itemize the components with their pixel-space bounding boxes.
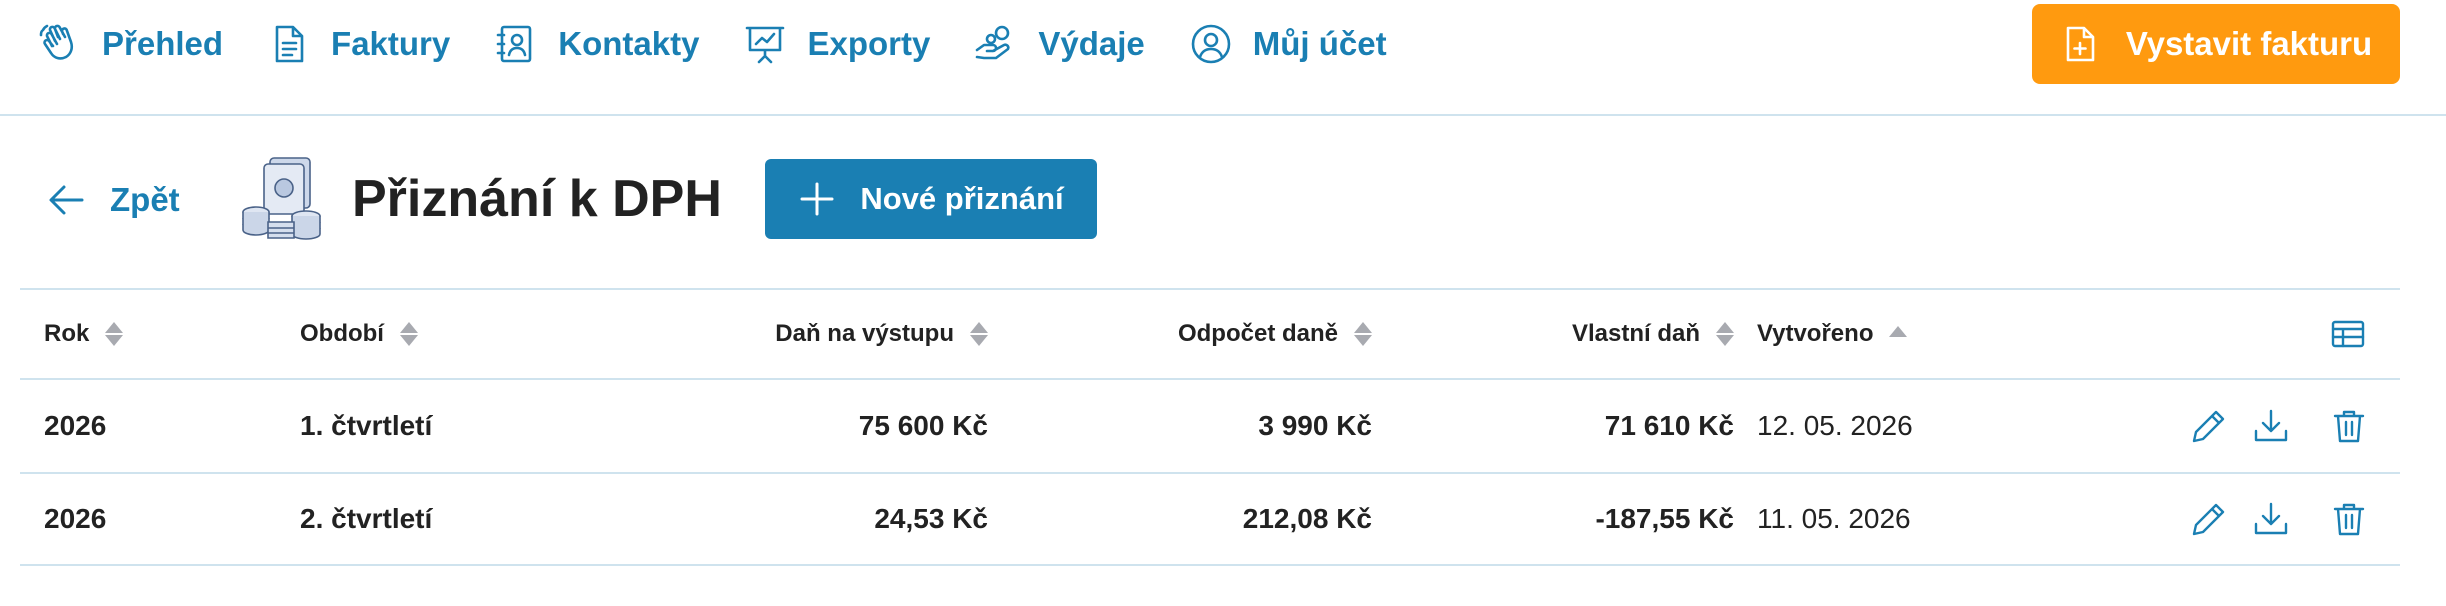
cell-obdobi: 2. čtvrtletí	[300, 503, 433, 534]
table-columns-icon	[2330, 316, 2366, 352]
column-label: Rok	[44, 320, 90, 347]
column-label: Období	[300, 320, 384, 347]
main-nav: Přehled Faktury Kontakty Exporty Výdaje …	[38, 18, 1431, 70]
create-invoice-button[interactable]: Vystavit fakturu	[2032, 4, 2400, 84]
nav-label: Kontakty	[558, 25, 700, 62]
new-return-button[interactable]: Nové přiznání	[765, 159, 1097, 239]
user-circle-icon	[1191, 24, 1231, 64]
back-link[interactable]: Zpět	[46, 172, 180, 228]
nav-item-faktury[interactable]: Faktury	[267, 22, 450, 66]
column-header-odpocet-dane[interactable]: Odpočet daně	[1000, 290, 1372, 378]
nav-item-muj-ucet[interactable]: Můj účet	[1189, 22, 1387, 66]
cell-vlastni-dan: -187,55 Kč	[1595, 503, 1734, 534]
table-row: 2026 1. čtvrtletí 75 600 Kč 3 990 Kč 71 …	[20, 378, 2400, 472]
sort-icon	[1716, 320, 1734, 348]
create-invoice-label: Vystavit fakturu	[2125, 25, 2373, 62]
column-label: Daň na výstupu	[775, 320, 954, 347]
nav-label: Exporty	[807, 25, 931, 62]
sort-icon	[399, 320, 418, 348]
cell-vytvoreno: 12. 05. 2026	[1757, 410, 1913, 441]
nav-label: Můj účet	[1252, 25, 1387, 62]
nav-item-kontakty[interactable]: Kontakty	[494, 22, 699, 66]
waving-hand-icon	[39, 24, 74, 60]
nav-label: Výdaje	[1038, 25, 1145, 62]
column-header-obdobi[interactable]: Období	[300, 290, 418, 378]
edit-button[interactable]	[2190, 407, 2228, 445]
download-button[interactable]	[2252, 407, 2290, 445]
presentation-board-icon	[746, 26, 785, 64]
column-label: Vytvořeno	[1757, 320, 1874, 347]
sort-icon	[105, 320, 124, 348]
cell-rok: 2026	[44, 410, 107, 441]
plus-icon	[800, 182, 834, 216]
trash-icon	[2333, 410, 2365, 443]
delete-button[interactable]	[2330, 407, 2368, 445]
contact-card-icon	[496, 25, 532, 63]
nav-item-exporty[interactable]: Exporty	[743, 22, 930, 66]
arrow-left-icon	[49, 185, 84, 215]
cell-odpocet-dane: 212,08 Kč	[1242, 503, 1372, 534]
column-label: Odpočet daně	[1177, 320, 1338, 347]
row-actions	[2190, 380, 2368, 472]
new-return-label: Nové přiznání	[860, 181, 1064, 216]
cell-dan-na-vystupu: 75 600 Kč	[858, 410, 988, 441]
column-header-dan-na-vystupu[interactable]: Daň na výstupu	[620, 290, 988, 378]
row-actions	[2190, 474, 2368, 564]
cell-rok: 2026	[44, 503, 107, 534]
cell-obdobi: 1. čtvrtletí	[300, 410, 433, 441]
column-settings-button[interactable]	[2330, 290, 2366, 378]
download-icon	[2254, 502, 2288, 535]
page-title: Přiznání k DPH	[352, 170, 722, 228]
document-plus-icon	[2066, 26, 2095, 62]
sort-icon	[970, 320, 988, 348]
back-label: Zpět	[110, 181, 180, 218]
download-icon	[2254, 409, 2288, 442]
sort-icon	[1354, 320, 1372, 348]
cell-vytvoreno: 11. 05. 2026	[1757, 503, 1911, 534]
table-row: 2026 2. čtvrtletí 24,53 Kč 212,08 Kč -18…	[20, 472, 2400, 566]
nav-label: Faktury	[331, 25, 451, 62]
cell-odpocet-dane: 3 990 Kč	[1258, 410, 1372, 441]
download-button[interactable]	[2252, 500, 2290, 538]
pencil-icon	[2192, 410, 2225, 443]
cell-vlastni-dan: 71 610 Kč	[1604, 410, 1734, 441]
nav-label: Přehled	[102, 25, 224, 62]
edit-button[interactable]	[2190, 500, 2228, 538]
top-navigation: Přehled Faktury Kontakty Exporty Výdaje …	[0, 0, 2446, 116]
sort-ascending-icon	[1889, 320, 1908, 348]
column-header-rok[interactable]: Rok	[44, 290, 124, 378]
pencil-icon	[2192, 503, 2225, 536]
trash-icon	[2333, 503, 2365, 536]
nav-item-vydaje[interactable]: Výdaje	[974, 22, 1145, 66]
nav-item-prehled[interactable]: Přehled	[38, 22, 223, 66]
column-header-vlastni-dan[interactable]: Vlastní daň	[1380, 290, 1734, 378]
delete-button[interactable]	[2330, 500, 2368, 538]
column-label: Vlastní daň	[1571, 320, 1700, 347]
column-header-vytvoreno[interactable]: Vytvořeno	[1757, 290, 1908, 378]
cell-dan-na-vystupu: 24,53 Kč	[874, 503, 988, 534]
hand-coins-icon	[976, 25, 1010, 60]
money-stack-icon	[242, 157, 321, 240]
vat-returns-table: Rok Období Daň na výstupu Odpočet daně V…	[20, 288, 2400, 566]
table-header-row: Rok Období Daň na výstupu Odpočet daně V…	[20, 288, 2400, 378]
document-icon	[275, 25, 304, 63]
